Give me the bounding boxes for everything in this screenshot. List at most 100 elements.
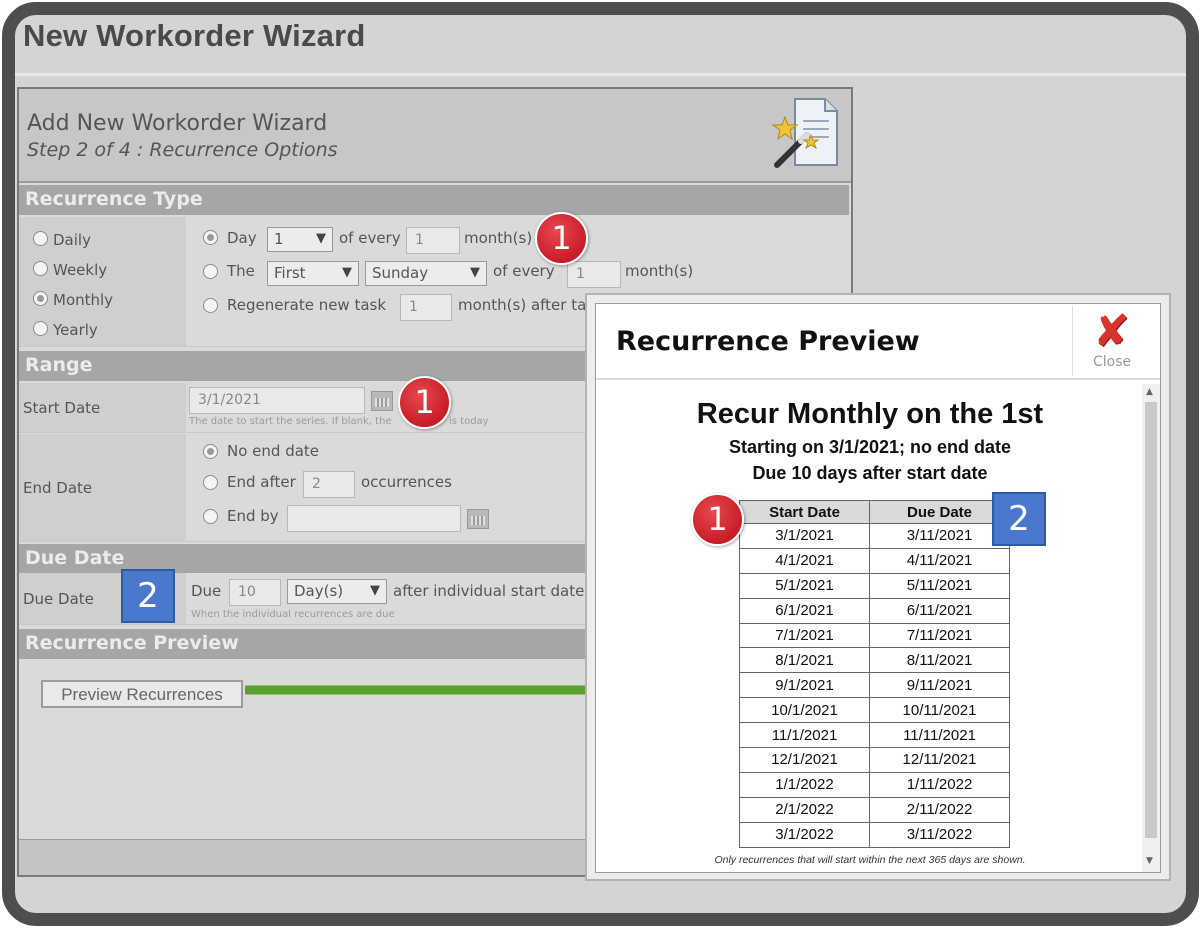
end-by-input[interactable] bbox=[287, 505, 461, 532]
wizard-header: Add New Workorder Wizard Step 2 of 4 : R… bbox=[19, 89, 851, 183]
wizard-title: Add New Workorder Wizard bbox=[27, 111, 328, 136]
preview-note: Only recurrences that will start within … bbox=[714, 854, 1026, 866]
table-row: 10/1/2021 10/11/2021 bbox=[739, 697, 1010, 724]
table-row: 2/1/2022 2/11/2022 bbox=[739, 796, 1010, 823]
recurrence-heading: Recur Monthly on the 1st bbox=[696, 398, 1044, 430]
radio-daily-label: Daily bbox=[53, 231, 91, 249]
callout-badge-1: 1 bbox=[691, 493, 744, 546]
recurrence-table: Start Date Due Date 3/1/2021 3/11/2021 4/… bbox=[739, 500, 1010, 848]
callout-badge-2: 2 bbox=[992, 492, 1046, 546]
due-date-cell: 8/11/2021 bbox=[869, 647, 1010, 674]
scroll-up-icon[interactable]: ▲ bbox=[1146, 387, 1153, 397]
regenerate-suffix: month(s) after ta bbox=[458, 296, 587, 314]
end-by-label: End by bbox=[227, 507, 279, 525]
start-date-cell: 1/1/2022 bbox=[739, 771, 870, 798]
start-date-cell: 2/1/2022 bbox=[739, 796, 870, 823]
start-date-cell: 9/1/2021 bbox=[739, 672, 870, 699]
every-months-input[interactable]: 1 bbox=[406, 227, 460, 254]
start-date-hint: The date to start the series. If blank, … bbox=[189, 416, 392, 427]
radio-monthly-day[interactable] bbox=[203, 230, 218, 245]
weekday-select-value: Sunday bbox=[372, 264, 429, 282]
scrollbar-thumb[interactable] bbox=[1145, 402, 1157, 838]
due-date-cell: 3/11/2022 bbox=[869, 821, 1010, 848]
column-header-start-date: Start Date bbox=[739, 500, 870, 524]
radio-yearly[interactable] bbox=[33, 321, 48, 336]
due-date-cell: 10/11/2021 bbox=[869, 697, 1010, 724]
months-label: month(s) bbox=[464, 229, 533, 247]
start-date-cell: 5/1/2021 bbox=[739, 572, 870, 599]
due-word: Due bbox=[191, 582, 222, 600]
radio-weekly[interactable] bbox=[33, 261, 48, 276]
regenerate-input[interactable]: 1 bbox=[400, 294, 452, 321]
occurrences-label: occurrences bbox=[361, 473, 452, 491]
due-date-cell: 2/11/2022 bbox=[869, 796, 1010, 823]
regenerate-label: Regenerate new task bbox=[227, 296, 387, 314]
end-date-label: End Date bbox=[23, 479, 93, 497]
window-frame: New Workorder Wizard Add New Workorder W… bbox=[2, 2, 1199, 926]
of-every-label-2: of every bbox=[493, 262, 555, 280]
chevron-down-icon: ▼ bbox=[316, 231, 326, 246]
radio-end-by[interactable] bbox=[203, 509, 218, 524]
due-unit-value: Day(s) bbox=[294, 582, 344, 600]
window-title: New Workorder Wizard bbox=[23, 18, 366, 53]
due-unit-select[interactable]: Day(s) ▼ bbox=[287, 579, 387, 604]
due-date-label: Due Date bbox=[23, 590, 94, 608]
calendar-icon[interactable] bbox=[467, 509, 489, 529]
radio-end-after[interactable] bbox=[203, 475, 218, 490]
the-label: The bbox=[227, 262, 255, 280]
radio-yearly-label: Yearly bbox=[53, 321, 98, 339]
radio-regenerate[interactable] bbox=[203, 298, 218, 313]
recurrence-type-list: Daily Weekly Monthly Yearly bbox=[19, 217, 186, 346]
end-after-input[interactable]: 2 bbox=[303, 471, 355, 498]
radio-monthly-the[interactable] bbox=[203, 264, 218, 279]
due-date-cell: 3/11/2021 bbox=[869, 523, 1010, 549]
start-date-input[interactable]: 3/1/2021 bbox=[189, 387, 365, 414]
dialog-title: Recurrence Preview bbox=[616, 326, 920, 357]
start-date-cell: 3/1/2021 bbox=[739, 523, 870, 549]
callout-badge-1: 1 bbox=[535, 212, 588, 265]
scrollbar[interactable]: ▲ ▼ bbox=[1142, 384, 1160, 872]
due-date-cell: 11/11/2021 bbox=[869, 722, 1010, 749]
wizard-wand-icon bbox=[771, 98, 838, 168]
recurrence-preview-dialog: Recurrence Preview ✘ Close Recur Monthly… bbox=[585, 293, 1171, 881]
no-end-date-label: No end date bbox=[227, 442, 320, 460]
due-value-input[interactable]: 10 bbox=[229, 579, 281, 606]
start-date-cell: 3/1/2022 bbox=[739, 821, 870, 848]
radio-daily[interactable] bbox=[33, 231, 48, 246]
radio-no-end-date[interactable] bbox=[203, 444, 218, 459]
radio-weekly-label: Weekly bbox=[53, 261, 108, 279]
radio-monthly[interactable] bbox=[33, 291, 48, 306]
due-date-cell: 7/11/2021 bbox=[869, 622, 1010, 649]
weekday-select[interactable]: Sunday ▼ bbox=[365, 261, 487, 286]
due-after-text: after individual start date bbox=[393, 582, 585, 600]
table-row: 12/1/2021 12/11/2021 bbox=[739, 747, 1010, 773]
close-button[interactable]: ✘ Close bbox=[1072, 306, 1146, 376]
dialog-body: Recurrence Preview ✘ Close Recur Monthly… bbox=[595, 303, 1161, 873]
end-after-label: End after bbox=[227, 473, 296, 491]
due-date-cell: 12/11/2021 bbox=[869, 747, 1010, 773]
due-date-cell: 6/11/2021 bbox=[869, 597, 1010, 624]
table-row: 5/1/2021 5/11/2021 bbox=[739, 572, 1010, 599]
due-date-cell: 4/11/2021 bbox=[869, 547, 1010, 574]
chevron-down-icon: ▼ bbox=[370, 583, 380, 598]
table-row: 6/1/2021 6/11/2021 bbox=[739, 597, 1010, 624]
day-label: Day bbox=[227, 229, 257, 247]
start-date-cell: 12/1/2021 bbox=[739, 747, 870, 773]
day-select[interactable]: 1 ▼ bbox=[267, 227, 333, 252]
due-date-cell: 5/11/2021 bbox=[869, 572, 1010, 599]
ordinal-select[interactable]: First ▼ bbox=[267, 261, 359, 286]
start-date-cell: 7/1/2021 bbox=[739, 622, 870, 649]
preview-recurrences-button[interactable]: Preview Recurrences bbox=[41, 680, 243, 708]
recurrence-start-text: Starting on 3/1/2021; no end date bbox=[728, 437, 1012, 457]
table-row: 3/1/2022 3/11/2022 bbox=[739, 821, 1010, 848]
calendar-icon[interactable] bbox=[371, 391, 393, 411]
start-date-cell: 4/1/2021 bbox=[739, 547, 870, 574]
callout-badge-1: 1 bbox=[398, 376, 451, 429]
table-row: 3/1/2021 3/11/2021 bbox=[739, 523, 1010, 549]
chevron-down-icon: ▼ bbox=[470, 265, 480, 280]
radio-monthly-label: Monthly bbox=[53, 291, 114, 309]
every-months-input-2[interactable]: 1 bbox=[567, 261, 621, 288]
table-row: 8/1/2021 8/11/2021 bbox=[739, 647, 1010, 674]
scroll-down-icon[interactable]: ▼ bbox=[1146, 856, 1153, 866]
table-row: 11/1/2021 11/11/2021 bbox=[739, 722, 1010, 749]
